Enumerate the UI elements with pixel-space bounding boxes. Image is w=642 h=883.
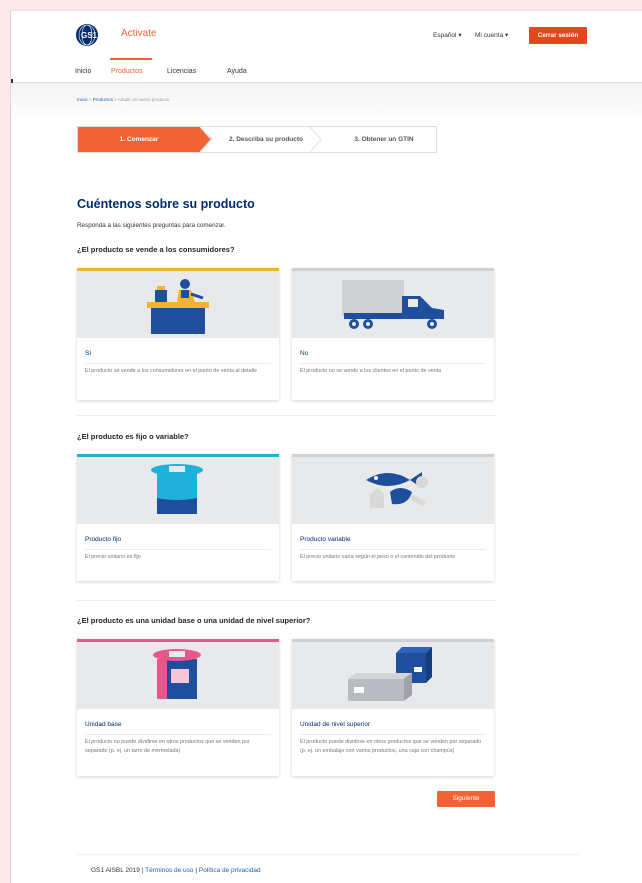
- option-card-producto-fijo[interactable]: Producto fijo El precio unitario es fijo: [77, 454, 279, 581]
- delivery-truck-icon: [342, 280, 444, 329]
- step-obtener-gtin: 3. Obtener un GTIN: [354, 136, 414, 143]
- breadcrumb-separator: >: [114, 97, 117, 102]
- option-image: [77, 639, 279, 709]
- step-comenzar: 1. Comenzar: [78, 127, 212, 152]
- divider: [300, 363, 486, 364]
- option-description: El producto puede dividirse en otros pro…: [300, 739, 482, 754]
- nav-item-ayuda[interactable]: Ayuda: [227, 68, 247, 75]
- option-title: Producto fijo: [85, 536, 122, 543]
- active-nav-indicator: [110, 58, 152, 60]
- section-divider: [77, 415, 495, 416]
- page-title: Cuéntenos sobre su producto: [77, 197, 255, 211]
- question-fixed-variable: ¿El producto es fijo o variable?: [77, 432, 189, 441]
- chevron-down-icon: ▾: [505, 32, 509, 39]
- breadcrumb-separator: >: [88, 97, 92, 102]
- footer-separator: |: [195, 867, 198, 874]
- account-menu[interactable]: Mi cuenta ▾: [475, 31, 508, 39]
- option-image: [292, 454, 494, 524]
- step-chevron-icon: [200, 127, 212, 152]
- footer-divider: [77, 854, 579, 855]
- nav-item-inicio[interactable]: Inicio: [75, 68, 91, 75]
- footer-copyright: GS1 AISBL 2019: [91, 867, 140, 874]
- option-image: [77, 268, 279, 338]
- next-button[interactable]: Siguiente: [437, 791, 495, 807]
- option-title: Producto variable: [300, 536, 351, 543]
- option-title: No: [300, 350, 309, 357]
- option-image: [292, 268, 494, 338]
- unselected-accent-bar: [292, 268, 494, 271]
- nav-item-licencias[interactable]: Licencias: [167, 68, 196, 75]
- gs1-logo[interactable]: GS1: [75, 23, 115, 47]
- footer-terms-link[interactable]: Términos de uso: [145, 867, 193, 874]
- divider: [300, 734, 486, 735]
- option-card-producto-variable[interactable]: Producto variable El precio unitario var…: [292, 454, 494, 581]
- question-unit-level: ¿El producto es una unidad base o una un…: [77, 616, 311, 625]
- option-image: [77, 454, 279, 524]
- higher-level-boxes-icon: [348, 647, 432, 701]
- account-label: Mi cuenta: [475, 32, 504, 39]
- app-name: Activate: [121, 28, 157, 39]
- breadcrumb-home[interactable]: Inicio: [77, 97, 88, 102]
- breadcrumb-products[interactable]: Productos: [93, 97, 113, 102]
- language-label: Español: [433, 32, 457, 39]
- variable-product-fish-meat-icon: [366, 472, 428, 508]
- divider: [85, 549, 271, 550]
- option-description: El producto no se vende a los clientes e…: [300, 368, 442, 374]
- option-image: [292, 639, 494, 709]
- language-selector[interactable]: Español ▾: [433, 31, 462, 39]
- chevron-down-icon: ▾: [458, 32, 462, 39]
- breadcrumb-band: [11, 83, 642, 123]
- divider: [85, 363, 271, 364]
- logout-button[interactable]: Cerrar sesión: [529, 27, 587, 44]
- option-description: El producto se vende a los consumidores …: [85, 368, 258, 374]
- logo-text: GS1: [81, 31, 98, 40]
- fixed-product-cup-icon: [151, 464, 203, 514]
- divider: [85, 734, 271, 735]
- checkout-counter-icon: [147, 279, 209, 334]
- option-description: El precio unitario varía según el peso o…: [300, 554, 455, 560]
- page-intro: Responda a las siguientes preguntas para…: [77, 222, 226, 229]
- top-bar: GS1 Activate Español ▾ Mi cuenta ▾ Cerra…: [11, 11, 642, 57]
- unselected-accent-bar: [292, 639, 494, 642]
- selected-accent-bar: [77, 639, 279, 642]
- base-unit-jar-icon: [153, 649, 201, 699]
- option-title: Unidad de nivel superior: [300, 721, 371, 728]
- breadcrumb: Inicio > Productos > Añadir un nuevo pro…: [77, 97, 169, 102]
- main-nav: Inicio Productos Licencias Ayuda: [11, 57, 642, 83]
- footer-separator: |: [141, 867, 144, 874]
- option-description: El producto no puede dividirse en otros …: [85, 739, 250, 754]
- selected-accent-bar: [77, 454, 279, 457]
- section-divider: [77, 600, 495, 601]
- option-card-no[interactable]: No El producto no se vende a los cliente…: [292, 268, 494, 400]
- footer: GS1 AISBL 2019 | Términos de uso | Polít…: [91, 867, 261, 874]
- selected-accent-bar: [77, 268, 279, 271]
- option-card-unidad-base[interactable]: Unidad base El producto no puede dividir…: [77, 639, 279, 776]
- option-description: El precio unitario es fijo: [85, 554, 141, 560]
- nav-item-productos[interactable]: Productos: [111, 68, 143, 75]
- option-card-unidad-nivel-superior[interactable]: Unidad de nivel superior El producto pue…: [292, 639, 494, 776]
- unselected-accent-bar: [292, 454, 494, 457]
- option-card-si[interactable]: Sí El producto se vende a los consumidor…: [77, 268, 279, 400]
- page: GS1 Activate Español ▾ Mi cuenta ▾ Cerra…: [10, 10, 642, 883]
- option-title: Sí: [85, 350, 92, 357]
- footer-privacy-link[interactable]: Política de privacidad: [199, 867, 261, 874]
- divider: [300, 549, 486, 550]
- option-title: Unidad base: [85, 721, 122, 728]
- step-describa: 2. Describa su producto: [228, 136, 304, 143]
- question-consumers: ¿El producto se vende a los consumidores…: [77, 245, 235, 254]
- breadcrumb-current: Añadir un nuevo producto: [117, 97, 170, 102]
- progress-steps: 1. Comenzar 2. Describa su producto 3. O…: [77, 126, 437, 153]
